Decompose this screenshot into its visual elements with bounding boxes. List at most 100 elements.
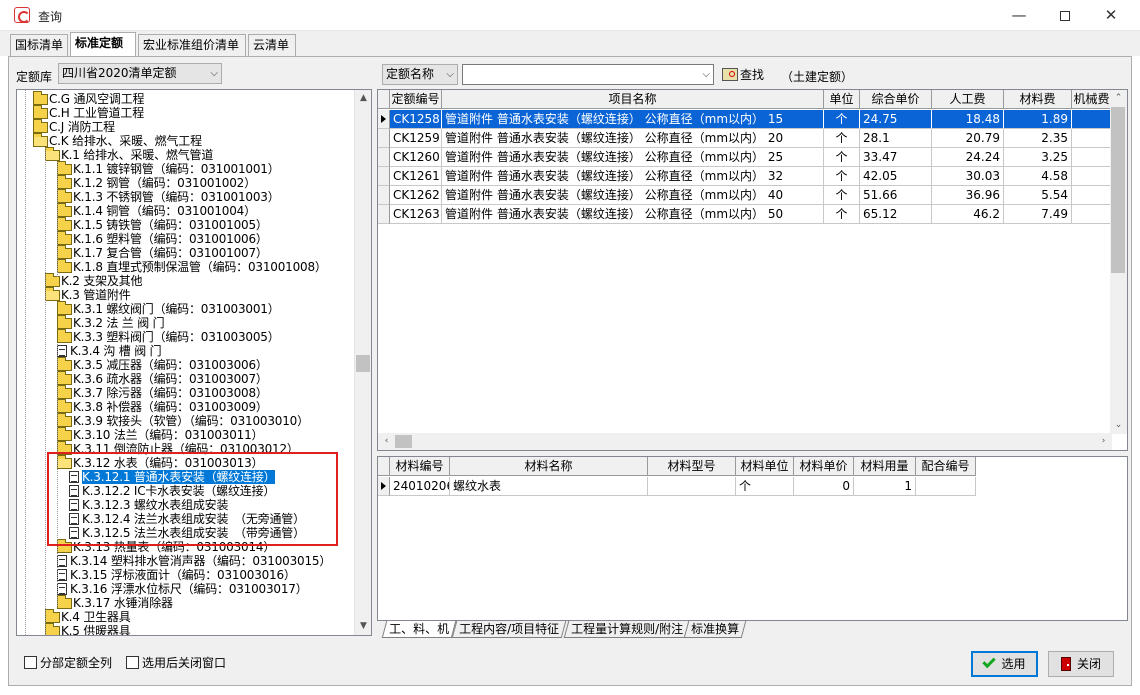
- tree-node[interactable]: K.3.10 法兰（编码：031003011）: [57, 427, 264, 442]
- tree-node[interactable]: K.1.8 直埋式预制保温管（编码：031001008）: [57, 259, 327, 274]
- tree-node[interactable]: K.1.1 镀锌钢管（编码：031001001）: [57, 161, 280, 176]
- col-mix-code[interactable]: 配合编号: [916, 457, 976, 476]
- col-material-price[interactable]: 材料单价: [794, 457, 854, 476]
- close-button[interactable]: 关闭: [1048, 651, 1114, 677]
- quota-grid-horizontal-scrollbar[interactable]: ‹ ›: [378, 433, 1112, 450]
- maximize-button[interactable]: [1042, 0, 1088, 31]
- table-row[interactable]: CK1260 管道附件 普通水表安装（螺纹连接） 公称直径（mm以内） 25 个 33…: [378, 148, 1112, 167]
- tree-node[interactable]: C.G 通风空调工程: [33, 91, 145, 106]
- col-material-name[interactable]: 材料名称: [450, 457, 648, 476]
- tab-standard-conversion[interactable]: 标准换算: [683, 621, 747, 638]
- tab-national-list[interactable]: 国标清单: [10, 34, 68, 56]
- tab-standard-quota[interactable]: 标准定额: [70, 32, 136, 56]
- scroll-up-icon[interactable]: ▲: [355, 90, 371, 107]
- tree-node[interactable]: K.3.4 沟 槽 阀 门: [57, 344, 162, 358]
- scroll-left-icon[interactable]: ‹: [378, 433, 395, 450]
- tree-node[interactable]: K.3.3 塑料阀门（编码：031003005）: [57, 329, 280, 344]
- tree-node[interactable]: K.3.12.4 法兰水表组成安装 （无旁通管）: [69, 512, 305, 526]
- scroll-down-icon[interactable]: ▼: [355, 618, 371, 635]
- tree-node[interactable]: K.3.12 水表（编码：031003013）: [57, 455, 264, 470]
- tab-cloud-list[interactable]: 云清单: [248, 34, 296, 56]
- tree-node[interactable]: K.3.2 法 兰 阀 门: [57, 315, 165, 330]
- tree-node[interactable]: K.3.12.3 螺纹水表组成安装: [69, 498, 228, 512]
- quota-grid[interactable]: 定额编号 项目名称 单位 综合单价 人工费 材料费 机械费 CK1258 管道附件…: [377, 89, 1128, 451]
- tab-work-content[interactable]: 工程内容/项目特征: [451, 621, 567, 638]
- tree-node[interactable]: K.1.7 复合管（编码：031001007）: [57, 245, 268, 260]
- tab-calc-rules[interactable]: 工程量计算规则/附注: [563, 621, 691, 638]
- tree-node[interactable]: K.1.2 钢管（编码：031001002）: [57, 175, 256, 190]
- find-button[interactable]: 查找: [722, 66, 764, 84]
- table-row[interactable]: 24010206 螺纹水表 个 0 1: [378, 477, 976, 496]
- tree-node[interactable]: K.3.6 疏水器（编码：031003007）: [57, 371, 268, 386]
- col-item-name[interactable]: 项目名称: [442, 90, 824, 109]
- col-material-model[interactable]: 材料型号: [648, 457, 736, 476]
- tree-node[interactable]: K.3.9 软接头（软管）（编码：031003010）: [57, 413, 309, 428]
- col-unit[interactable]: 单位: [824, 90, 860, 109]
- table-row[interactable]: CK1262 管道附件 普通水表安装（螺纹连接） 公称直径（mm以内） 40 个 51…: [378, 186, 1112, 205]
- tree-node[interactable]: C.K 给排水、采暖、燃气工程: [33, 133, 202, 148]
- search-input[interactable]: ⌵: [462, 64, 714, 85]
- tree-node[interactable]: K.3.5 减压器（编码：031003006）: [57, 357, 268, 372]
- col-machine-cost[interactable]: 机械费: [1072, 90, 1112, 109]
- show-all-checkbox[interactable]: 分部定额全列: [24, 656, 112, 672]
- folder-open-icon: [45, 287, 60, 301]
- tree-node-label: K.3.5 减压器（编码：031003006）: [73, 358, 268, 372]
- tree-node[interactable]: K.3.1 螺纹阀门（编码：031003001）: [57, 301, 280, 316]
- close-after-select-checkbox[interactable]: 选用后关闭窗口: [126, 656, 226, 672]
- tree-node[interactable]: K.3.12.1 普通水表安装（螺纹连接）: [69, 469, 277, 485]
- tree-scroll-thumb[interactable]: [356, 355, 370, 372]
- tab-hongye-list[interactable]: 宏业标准组价清单: [138, 34, 246, 56]
- tree-node[interactable]: K.3.7 除污器（编码：031003008）: [57, 385, 268, 400]
- table-row[interactable]: CK1259 管道附件 普通水表安装（螺纹连接） 公称直径（mm以内） 20 个 28…: [378, 129, 1112, 148]
- tree-node[interactable]: K.3.17 水锤消除器: [57, 595, 173, 610]
- tree-node[interactable]: K.3 管道附件: [45, 287, 131, 302]
- tree-node-label: K.1.7 复合管（编码：031001007）: [73, 246, 268, 260]
- quota-grid-hscroll-thumb[interactable]: [395, 435, 412, 448]
- tree-node[interactable]: K.3.15 浮标液面计（编码：031003016）: [57, 568, 296, 582]
- minimize-button[interactable]: —: [996, 0, 1042, 31]
- tree-node[interactable]: K.1.6 塑料管（编码：031001006）: [57, 231, 268, 246]
- select-button[interactable]: 选用: [971, 651, 1038, 677]
- table-cell: 18.48: [932, 110, 1004, 129]
- quota-lib-select[interactable]: 四川省2020清单定额 ⌵: [58, 63, 222, 84]
- scroll-down-icon[interactable]: ⌄: [1110, 417, 1127, 434]
- quota-tree[interactable]: C.G 通风空调工程 C.H 工业管道工程 C.J 消防工程 C.K 给排水、采暖、燃…: [16, 89, 372, 636]
- table-row[interactable]: CK1258 管道附件 普通水表安装（螺纹连接） 公称直径（mm以内） 15 个 24…: [378, 110, 1112, 129]
- col-quota-code[interactable]: 定额编号: [390, 90, 442, 109]
- tree-node[interactable]: K.1.4 铜管（编码：031001004）: [57, 203, 256, 218]
- table-row[interactable]: CK1263 管道附件 普通水表安装（螺纹连接） 公称直径（mm以内） 50 个 65…: [378, 205, 1112, 224]
- table-row[interactable]: CK1261 管道附件 普通水表安装（螺纹连接） 公称直径（mm以内） 32 个 42…: [378, 167, 1112, 186]
- col-labor-cost[interactable]: 人工费: [932, 90, 1004, 109]
- tree-node[interactable]: C.J 消防工程: [33, 119, 115, 134]
- scroll-right-icon[interactable]: ›: [1095, 433, 1112, 450]
- col-material-unit[interactable]: 材料单位: [736, 457, 794, 476]
- tree-node[interactable]: K.3.12.2 IC卡水表安装（螺纹连接）: [69, 484, 275, 498]
- col-material-cost[interactable]: 材料费: [1004, 90, 1072, 109]
- quota-grid-scroll-thumb[interactable]: [1111, 107, 1125, 273]
- tree-node[interactable]: K.3.13 热量表（编码：031003014）: [57, 539, 275, 554]
- tree-node[interactable]: K.3.16 浮漂水位标尺（编码：031003017）: [57, 582, 308, 596]
- material-grid[interactable]: 材料编号 材料名称 材料型号 材料单位 材料单价 材料用量 配合编号 24010…: [377, 456, 1128, 621]
- col-material-code[interactable]: 材料编号: [390, 457, 450, 476]
- tree-node[interactable]: K.3.8 补偿器（编码：031003009）: [57, 399, 268, 414]
- col-material-qty[interactable]: 材料用量: [854, 457, 916, 476]
- quota-grid-vertical-scrollbar[interactable]: ⌃ ⌄: [1110, 90, 1127, 434]
- tree-node[interactable]: K.3.14 塑料排水管消声器（编码：031003015）: [57, 554, 331, 568]
- close-window-button[interactable]: ✕: [1088, 0, 1134, 31]
- tree-node-label: K.5 供暖器具: [61, 624, 131, 635]
- tree-node[interactable]: K.2 支架及其他: [45, 273, 143, 288]
- col-total-price[interactable]: 综合单价: [860, 90, 932, 109]
- tree-node[interactable]: C.H 工业管道工程: [33, 105, 144, 120]
- search-field-select[interactable]: 定额名称 ⌵: [382, 64, 458, 85]
- tree-node[interactable]: K.3.11 倒流防止器（编码：031003012）: [57, 441, 299, 456]
- scroll-up-icon[interactable]: ⌃: [1110, 90, 1127, 107]
- tree-node[interactable]: K.5 供暖器具: [45, 623, 131, 635]
- document-icon: [69, 513, 79, 525]
- tree-vertical-scrollbar[interactable]: ▲ ▼: [354, 90, 371, 635]
- tree-node[interactable]: K.3.12.5 法兰水表组成安装 （带旁通管）: [69, 526, 305, 540]
- tree-node[interactable]: K.1 给排水、采暖、燃气管道: [45, 147, 213, 162]
- tab-labor-material-machine[interactable]: 工、料、机: [381, 621, 457, 638]
- tree-node[interactable]: K.1.3 不锈钢管（编码：031001003）: [57, 189, 280, 204]
- tree-node[interactable]: K.1.5 铸铁管（编码：031001005）: [57, 217, 268, 232]
- tree-node[interactable]: K.4 卫生器具: [45, 609, 131, 624]
